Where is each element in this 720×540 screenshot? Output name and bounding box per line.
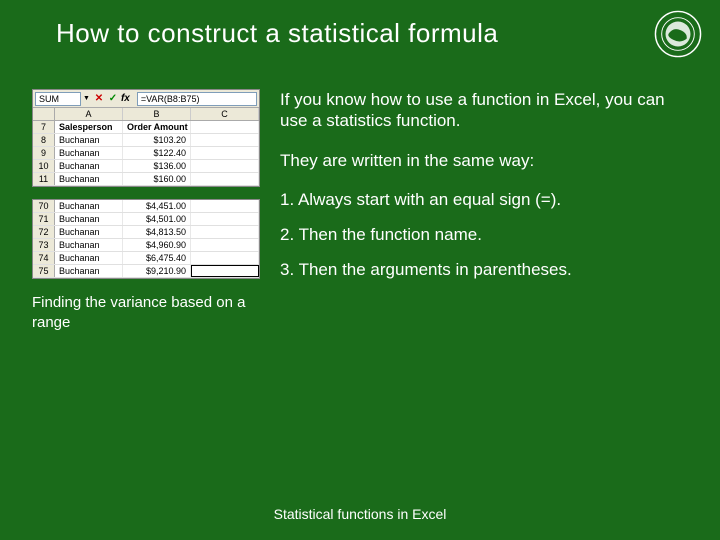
cell: $4,451.00 [123, 200, 191, 212]
cell: Buchanan [55, 265, 123, 277]
cell: $4,813.50 [123, 226, 191, 238]
row-header: 75 [33, 265, 55, 277]
cell: Buchanan [55, 200, 123, 212]
dropdown-icon: ▼ [83, 95, 90, 102]
cell: Buchanan [55, 134, 123, 146]
cell: $122.40 [123, 147, 191, 159]
cell [191, 252, 259, 264]
cell: $4,501.00 [123, 213, 191, 225]
cell: Buchanan [55, 173, 123, 185]
cell [191, 160, 259, 172]
enter-icon: ✓ [107, 93, 119, 105]
image-caption: Finding the variance based on a range [32, 293, 260, 332]
cancel-icon: ✕ [93, 93, 105, 105]
cell [191, 239, 259, 251]
slide-title: How to construct a statistical formula [0, 0, 720, 49]
col-header: A [55, 108, 123, 120]
excel-screenshot-bottom: 70 Buchanan $4,451.00 71 Buchanan $4,501… [32, 199, 260, 279]
cell [191, 173, 259, 185]
row-header: 73 [33, 239, 55, 251]
row-header: 72 [33, 226, 55, 238]
formula-bar: SUM ▼ ✕ ✓ fx =VAR(B8:B75) [33, 90, 259, 108]
paragraph: If you know how to use a function in Exc… [280, 89, 692, 132]
row-header: 7 [33, 121, 55, 133]
formula-tooltip: =VAR(B8:B75) [258, 265, 259, 277]
fx-icon: fx [121, 93, 130, 104]
cell [191, 213, 259, 225]
cell: Buchanan [55, 252, 123, 264]
cell: $136.00 [123, 160, 191, 172]
cell [191, 134, 259, 146]
cell: $160.00 [123, 173, 191, 185]
formula-input: =VAR(B8:B75) [137, 92, 257, 106]
name-box: SUM [35, 92, 81, 106]
col-header: B [123, 108, 191, 120]
step-item: 3. Then the arguments in parentheses. [280, 259, 692, 280]
excel-screenshot-top: SUM ▼ ✕ ✓ fx =VAR(B8:B75) A B C 7 Salesp… [32, 89, 260, 187]
selected-cell: =VAR(B8:B75) [191, 265, 259, 277]
paragraph: They are written in the same way: [280, 150, 692, 171]
cell: Salesperson [55, 121, 123, 133]
row-header: 10 [33, 160, 55, 172]
row-header: 74 [33, 252, 55, 264]
col-header: C [191, 108, 259, 120]
step-item: 1. Always start with an equal sign (=). [280, 189, 692, 210]
cell: $9,210.90 [123, 265, 191, 277]
cell [191, 200, 259, 212]
cell [191, 226, 259, 238]
cell [191, 147, 259, 159]
cell: Buchanan [55, 160, 123, 172]
footer-text: Statistical functions in Excel [0, 506, 720, 522]
row-header: 9 [33, 147, 55, 159]
row-header: 11 [33, 173, 55, 185]
cell: Buchanan [55, 239, 123, 251]
cell [191, 121, 259, 133]
cell: $4,960.90 [123, 239, 191, 251]
cell: Buchanan [55, 147, 123, 159]
cell: $6,475.40 [123, 252, 191, 264]
cell: Order Amount [123, 121, 191, 133]
institute-seal-icon [654, 10, 702, 58]
cell: Buchanan [55, 226, 123, 238]
body-text: If you know how to use a function in Exc… [280, 89, 692, 332]
step-item: 2. Then the function name. [280, 224, 692, 245]
row-header: 70 [33, 200, 55, 212]
cell: $103.20 [123, 134, 191, 146]
row-header: 71 [33, 213, 55, 225]
left-column: SUM ▼ ✕ ✓ fx =VAR(B8:B75) A B C 7 Salesp… [32, 89, 260, 332]
cell: Buchanan [55, 213, 123, 225]
row-header: 8 [33, 134, 55, 146]
